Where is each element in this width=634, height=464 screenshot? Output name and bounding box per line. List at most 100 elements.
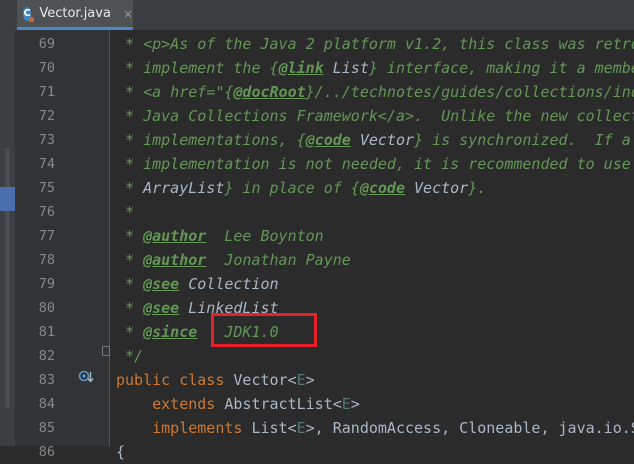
code-text: * ArrayList} in place of {@code Vector}. [116,176,486,200]
code-token: * implementations, { [116,131,306,149]
code-line[interactable]: 73 * implementations, {@code Vector} is … [0,128,634,152]
code-text: * <a href="{@docRoot}/../technotes/guide… [116,80,634,104]
code-token: Vector [359,131,415,149]
code-line[interactable]: 78 * @author Jonathan Payne [0,248,634,272]
code-line[interactable]: 76 * [0,200,634,224]
code-line[interactable]: 69 * <p>As of the Java 2 platform v1.2, … [0,32,634,56]
code-text: * implementations, {@code Vector} is syn… [116,128,631,152]
code-token: AbstractList< [224,395,342,413]
code-token: * [116,251,144,269]
line-number: 82 [38,348,55,364]
editor-tab-bar: C Vector.java × [0,0,634,30]
line-number: 76 [38,204,55,220]
code-token: Jonathan Payne [206,251,351,269]
code-text: * [116,200,134,224]
code-text: public class Vector<E> [116,368,315,392]
line-number: 71 [38,84,55,100]
code-token: * implement the { [116,59,279,77]
code-token: * [116,203,135,221]
code-text: * @author Jonathan Payne [116,248,351,272]
code-token: implements [152,419,252,437]
code-line[interactable]: 77 * @author Lee Boynton [0,224,634,248]
line-number: 70 [38,60,55,76]
code-token: * <a href="{ [116,83,234,101]
code-token: List [332,59,369,77]
code-token: @since [143,323,198,341]
code-text: * @author Lee Boynton [116,224,324,248]
code-line[interactable]: 80 * @see LinkedList [0,296,634,320]
code-token: * [116,299,144,317]
code-line[interactable]: 81 * @since JDK1.0 [0,320,634,344]
implementation-gutter-icon[interactable] [78,369,94,385]
code-token: @link [278,59,324,77]
code-token: <p>As of the Java 2 platform v1.2, this … [143,35,634,53]
code-token: E [296,419,306,437]
code-line[interactable]: 82 */ [0,344,634,368]
code-token: @see [143,299,180,317]
code-token: @docRoot [233,83,306,101]
line-number: 79 [38,276,55,292]
code-token: public class [116,371,234,389]
code-line[interactable]: 74 * implementation is not needed, it is… [0,152,634,176]
code-text: * <p>As of the Java 2 platform v1.2, thi… [116,32,634,56]
close-icon[interactable]: × [123,7,133,21]
line-number: 84 [38,396,55,412]
code-text: { [116,440,125,464]
code-line[interactable]: 79 * @see Collection [0,272,634,296]
code-token: Vector [414,179,469,197]
line-number: 81 [38,324,55,340]
line-number: 83 [38,372,55,388]
code-token: @author [143,251,207,269]
code-token: }. [468,179,487,197]
fold-marker-icon[interactable] [102,346,110,356]
code-token: * [116,35,144,53]
code-line[interactable]: 75 * ArrayList} in place of {@code Vecto… [0,176,634,200]
code-token: extends [152,395,225,413]
line-number: 80 [38,300,55,316]
line-number: 72 [38,108,55,124]
code-line[interactable]: 72 * Java Collections Framework</a>. Unl… [0,104,634,128]
code-token: } is synchronized. If a [414,131,631,149]
red-highlight-box [211,313,317,347]
line-number: 78 [38,252,55,268]
code-token: E [296,371,306,389]
code-token: Collection [188,275,279,293]
code-token: Lee Boynton [206,227,324,245]
line-number: 85 [38,420,55,436]
tab-bar-left-strip [0,0,15,30]
code-line[interactable]: 86 { [0,440,634,464]
code-text: * implement the {@link List} interface, … [116,56,634,80]
tab-filename: Vector.java [39,6,111,21]
code-token: @code [305,131,351,149]
code-text: extends AbstractList<E> [116,392,360,416]
code-token: > [350,395,360,413]
code-token: > [305,371,315,389]
code-token: * implementation is not needed, it is re… [116,155,631,173]
code-text: * Java Collections Framework</a>. Unlike… [116,104,634,128]
code-line[interactable]: 84 extends AbstractList<E> [0,392,634,416]
code-line[interactable]: 70 * implement the {@link List} interfac… [0,56,634,80]
code-token: E [341,395,351,413]
tab-vector-java[interactable]: C Vector.java × [17,0,133,30]
code-text: * implementation is not needed, it is re… [116,152,631,176]
code-token: >, RandomAccess, Cloneable, java.io.S [305,419,634,437]
code-line[interactable]: 83 public class Vector<E> [0,368,634,392]
code-line[interactable]: 85 implements List<E>, RandomAccess, Clo… [0,416,634,440]
line-number: 73 [38,132,55,148]
code-token: Vector< [233,371,297,389]
code-token: @see [143,275,180,293]
code-text: * @see Collection [116,272,279,296]
code-token: } in place of { [224,179,360,197]
code-text: */ [116,344,143,368]
line-number: 75 [38,180,55,196]
line-number: 69 [38,36,55,52]
code-line[interactable]: 71 * <a href="{@docRoot}/../technotes/gu… [0,80,634,104]
code-token: * Java Collections Framework</a>. Unlike… [116,107,634,125]
java-class-icon: C [23,6,35,22]
